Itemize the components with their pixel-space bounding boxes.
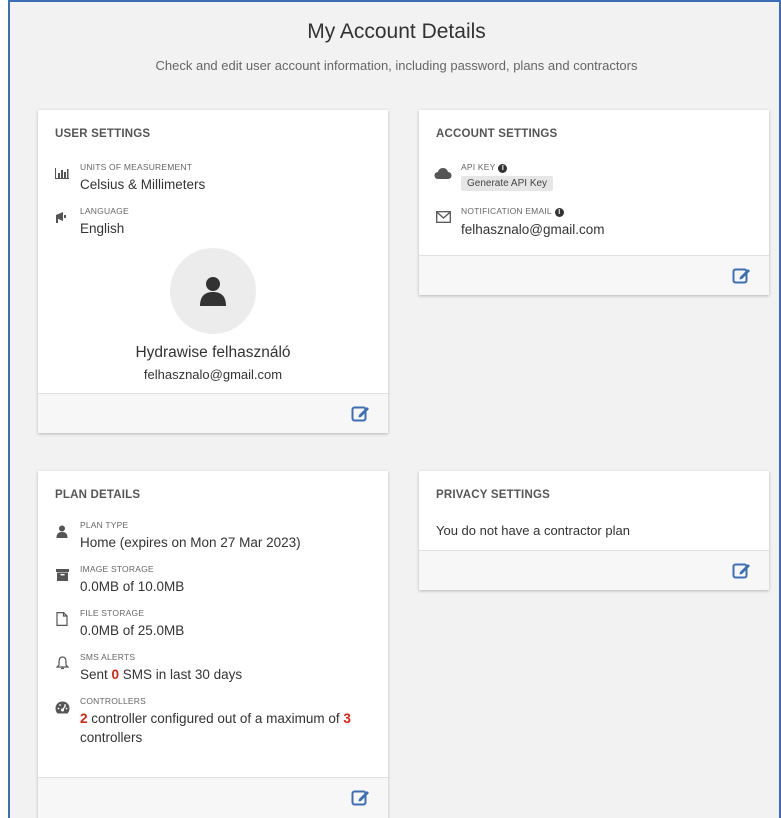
plan-type-label: PLAN TYPE bbox=[80, 520, 129, 530]
edit-privacy-settings-button[interactable] bbox=[732, 561, 752, 579]
generate-api-key-button[interactable]: Generate API Key bbox=[461, 176, 554, 191]
account-settings-header: ACCOUNT SETTINGS bbox=[436, 128, 558, 140]
user-settings-header: USER SETTINGS bbox=[55, 128, 151, 140]
plan-type-value: Home (expires on Mon 27 Mar 2023) bbox=[80, 535, 301, 550]
edit-account-settings-button[interactable] bbox=[732, 266, 752, 284]
notification-email-value: felhasznalo@gmail.com bbox=[461, 222, 605, 237]
file-icon bbox=[53, 610, 71, 628]
user-icon bbox=[200, 277, 226, 306]
privacy-settings-footer bbox=[419, 550, 769, 590]
bell-icon bbox=[53, 654, 71, 672]
api-key-label: API KEY bbox=[461, 162, 496, 172]
image-storage-label: IMAGE STORAGE bbox=[80, 564, 154, 574]
avatar bbox=[170, 248, 256, 334]
sms-count: 0 bbox=[111, 667, 120, 682]
file-storage-label: FILE STORAGE bbox=[80, 608, 145, 618]
cloud-icon bbox=[434, 164, 452, 182]
megaphone-icon bbox=[53, 208, 71, 226]
edit-user-settings-button[interactable] bbox=[351, 404, 371, 422]
controllers-max: 3 bbox=[343, 711, 351, 726]
plan-details-card: PLAN DETAILS PLAN TYPE Home (expires on … bbox=[38, 471, 388, 818]
user-settings-footer bbox=[38, 393, 388, 433]
controllers-count: 2 bbox=[80, 711, 88, 726]
file-storage-value: 0.0MB of 25.0MB bbox=[80, 623, 185, 638]
language-value: English bbox=[80, 221, 125, 236]
units-value: Celsius & Millimeters bbox=[80, 177, 206, 192]
plan-details-footer bbox=[38, 777, 388, 818]
notification-email-label: NOTIFICATION EMAIL bbox=[461, 206, 552, 216]
page-frame: My Account Details Check and edit user a… bbox=[8, 0, 781, 818]
language-label: LANGUAGE bbox=[80, 206, 129, 216]
edit-icon bbox=[351, 790, 369, 806]
info-circle-icon[interactable]: i bbox=[554, 208, 564, 217]
bar-chart-icon bbox=[53, 164, 71, 182]
edit-icon bbox=[351, 406, 369, 422]
account-settings-footer bbox=[419, 255, 769, 295]
archive-icon bbox=[53, 566, 71, 584]
image-storage-value: 0.0MB of 10.0MB bbox=[80, 579, 185, 594]
controllers-label: CONTROLLERS bbox=[80, 696, 146, 706]
page-subtitle: Check and edit user account information,… bbox=[155, 58, 638, 73]
sms-alerts-value: Sent 0 SMS in last 30 days bbox=[80, 667, 243, 682]
info-circle-icon[interactable]: i bbox=[498, 164, 508, 173]
units-label: UNITS OF MEASUREMENT bbox=[80, 162, 193, 172]
dashboard-icon bbox=[53, 698, 71, 716]
edit-plan-details-button[interactable] bbox=[351, 788, 371, 806]
user-email: felhasznalo@gmail.com bbox=[143, 367, 283, 382]
controllers-value: 2 controller configured out of a maximum… bbox=[80, 711, 351, 745]
user-icon bbox=[53, 522, 71, 540]
user-name: Hydrawise felhasználó bbox=[135, 344, 291, 361]
envelope-icon bbox=[434, 208, 452, 226]
privacy-settings-header: PRIVACY SETTINGS bbox=[436, 489, 550, 501]
sms-alerts-label: SMS ALERTS bbox=[80, 652, 136, 662]
edit-icon bbox=[732, 563, 750, 579]
plan-details-header: PLAN DETAILS bbox=[55, 489, 141, 501]
page-title: My Account Details bbox=[307, 20, 486, 43]
edit-icon bbox=[732, 268, 750, 284]
account-settings-card: ACCOUNT SETTINGS API KEY i Generate API K… bbox=[419, 110, 769, 295]
privacy-settings-card: PRIVACY SETTINGS You do not have a contr… bbox=[419, 471, 769, 590]
privacy-message: You do not have a contractor plan bbox=[436, 523, 630, 538]
user-settings-card: USER SETTINGS UNITS OF MEASUREMENT Celsi… bbox=[38, 110, 388, 433]
